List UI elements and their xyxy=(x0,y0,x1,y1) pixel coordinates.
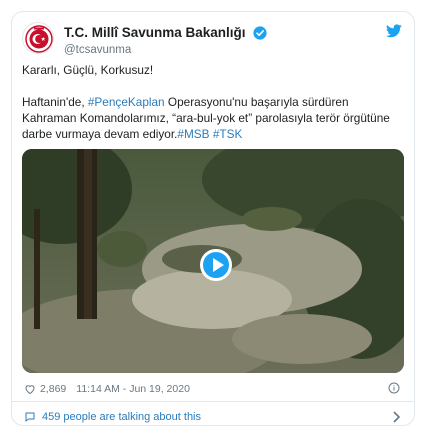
info-icon[interactable] xyxy=(388,382,400,394)
chevron-right-icon xyxy=(393,411,400,423)
account-handle[interactable]: @tcsavunma xyxy=(64,44,267,56)
verified-badge-icon xyxy=(253,26,267,40)
tweet-paragraph-2: Haftanin'de, #PençeKaplan Operasyonu'nu … xyxy=(22,94,402,142)
tweet-timestamp[interactable]: 11:14 AM - Jun 19, 2020 xyxy=(76,383,190,395)
tweet-header: T.C. Millî Savunma Bakanlığı @tcsavunma xyxy=(22,22,404,58)
twitter-bird-icon[interactable] xyxy=(386,24,402,38)
talking-count-label: 459 people are talking about this xyxy=(42,411,202,423)
account-name[interactable]: T.C. Millî Savunma Bakanlığı xyxy=(64,25,246,40)
account-info: T.C. Millî Savunma Bakanlığı @tcsavunma xyxy=(64,24,267,56)
ministry-logo-icon xyxy=(25,25,53,53)
like-count[interactable]: 2,869 xyxy=(40,383,66,395)
divider xyxy=(12,401,414,402)
play-button[interactable] xyxy=(200,249,232,281)
heart-icon[interactable] xyxy=(24,383,36,395)
hashtag-msb[interactable]: #MSB xyxy=(177,127,209,141)
conversation-link[interactable]: 459 people are talking about this xyxy=(24,410,402,424)
avatar[interactable] xyxy=(22,22,54,54)
tweet-meta: 2,869 11:14 AM - Jun 19, 2020 xyxy=(24,382,402,396)
speech-bubble-icon xyxy=(25,412,35,422)
tweet-line-1: Kararlı, Güçlü, Korkusuz! xyxy=(22,63,154,77)
hashtag-tsk[interactable]: #TSK xyxy=(213,127,243,141)
hashtag-pencekaplan[interactable]: #PençeKaplan xyxy=(88,95,165,109)
tweet-text-part: Haftanin'de, xyxy=(22,95,88,109)
tweet-card: T.C. Millî Savunma Bakanlığı @tcsavunma … xyxy=(11,11,415,426)
tweet-text: Kararlı, Güçlü, Korkusuz! Haftanin'de, #… xyxy=(22,62,402,158)
